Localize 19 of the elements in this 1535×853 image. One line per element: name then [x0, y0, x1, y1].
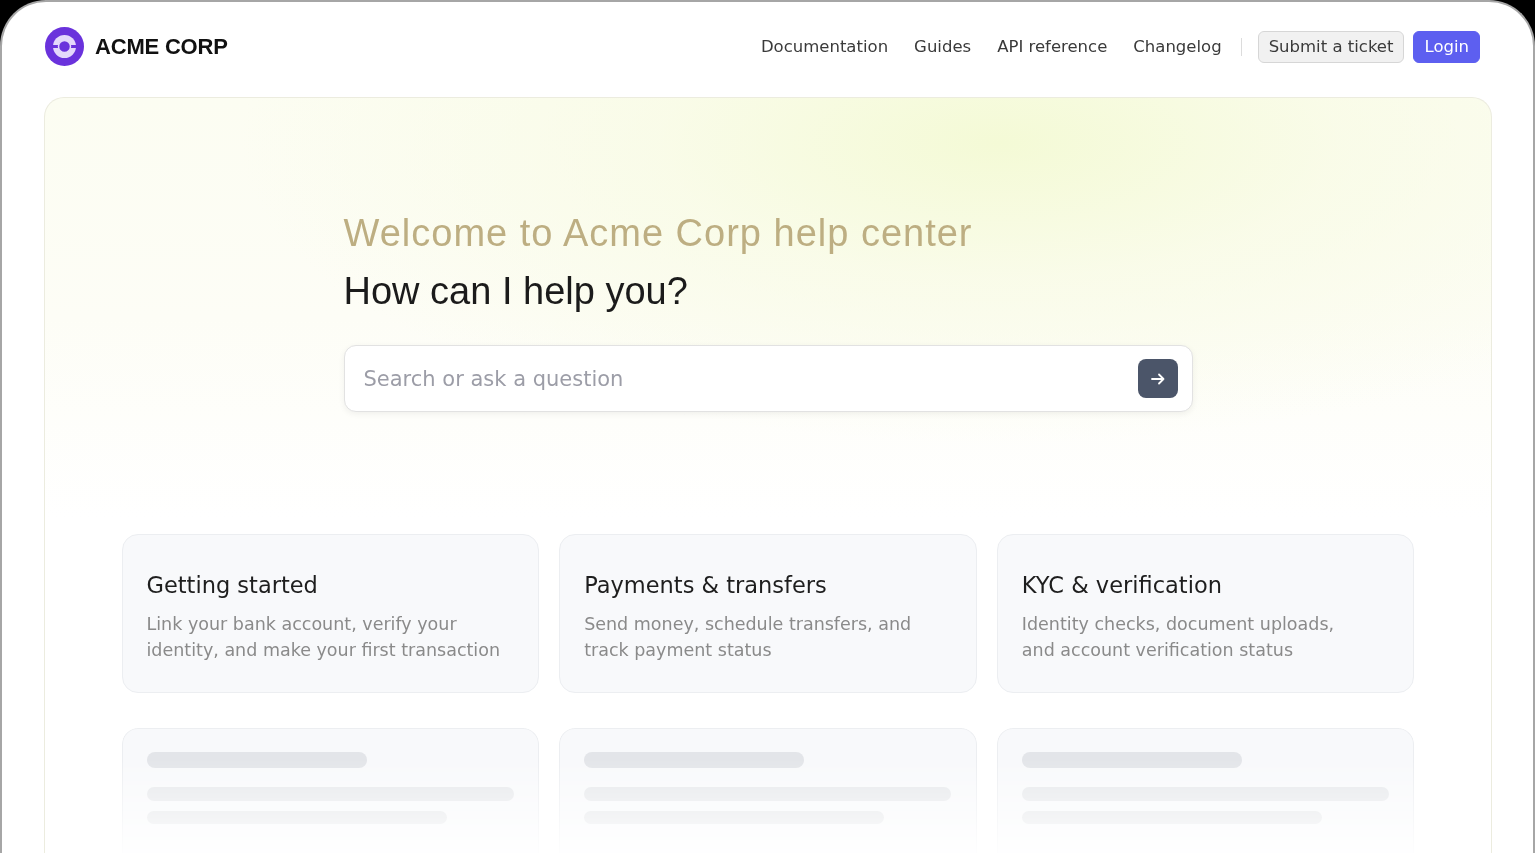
search-submit-button[interactable] — [1137, 359, 1178, 398]
nav-link[interactable]: Guides — [914, 37, 972, 56]
hero-subtitle: How can I help you? — [343, 269, 689, 314]
card-description: Send money, schedule transfers, and track payment status — [584, 613, 913, 662]
search-field[interactable]: Search or ask a question — [343, 345, 1193, 412]
card-title: Getting started — [146, 571, 319, 600]
nav-link[interactable]: Documentation — [760, 37, 889, 56]
logo-icon — [45, 27, 84, 66]
card-title: KYC & verification — [1021, 571, 1223, 600]
hero-title: Welcome to Acme Corp help center — [343, 211, 974, 256]
card-title: Payments & transfers — [584, 571, 828, 600]
login-button[interactable]: Login — [1413, 30, 1480, 63]
card-description: Identity checks, document uploads, and account verification status — [1021, 613, 1336, 662]
ticket-button[interactable]: Submit a ticket — [1257, 30, 1405, 63]
card-description: Link your bank account, verify your identity, and make your first transaction — [146, 613, 502, 662]
nav-link[interactable]: Changelog — [1133, 37, 1222, 56]
brand-name: ACME CORP — [95, 33, 228, 60]
nav-link[interactable]: API reference — [997, 37, 1108, 56]
arrow-right-icon — [1150, 372, 1165, 385]
